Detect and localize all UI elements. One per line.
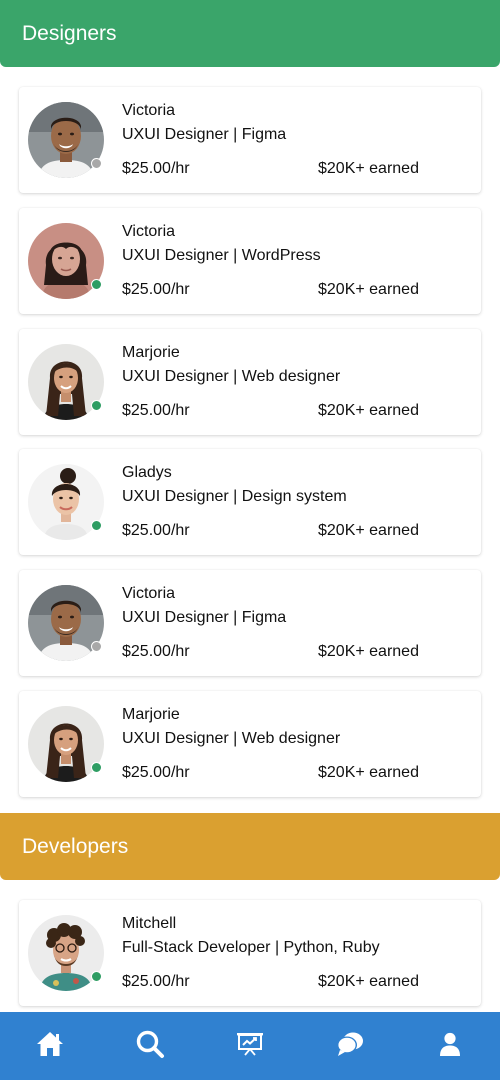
status-indicator-online — [91, 520, 102, 531]
nav-item-search[interactable] — [120, 1016, 180, 1076]
status-indicator-online — [91, 971, 102, 982]
freelancer-card[interactable]: Marjorie UXUI Designer | Web designer $25.… — [19, 329, 481, 435]
status-indicator-online — [91, 762, 102, 773]
freelancer-card[interactable]: Gladys UXUI Designer | Design system $25.0… — [19, 449, 481, 555]
nav-item-profile[interactable] — [420, 1016, 480, 1076]
search-icon — [135, 1029, 165, 1064]
freelancer-role: UXUI Designer | Figma — [122, 126, 287, 143]
status-indicator-online — [91, 279, 102, 290]
nav-item-messages[interactable] — [320, 1016, 380, 1076]
freelancer-role: UXUI Designer | WordPress — [122, 247, 321, 264]
freelancer-name: Gladys — [122, 464, 172, 481]
freelancer-card[interactable]: Mitchell Full-Stack Developer | Python, R… — [19, 900, 481, 1006]
avatar[interactable] — [28, 102, 104, 178]
status-indicator-online — [91, 400, 102, 411]
avatar[interactable] — [28, 223, 104, 299]
freelancer-card[interactable]: Victoria UXUI Designer | Figma $25.00/hr $2… — [19, 87, 481, 193]
freelancer-card[interactable]: Marjorie UXUI Designer | Web designer $25.… — [19, 691, 481, 797]
chat-bubbles-icon — [335, 1030, 365, 1063]
bottom-navigation-bar — [0, 1012, 500, 1080]
avatar[interactable] — [28, 344, 104, 420]
total-earned: $20K+ earned — [318, 402, 419, 419]
freelancer-card[interactable]: Victoria UXUI Designer | WordPress $25.00/… — [19, 208, 481, 314]
freelancer-role: Full-Stack Developer | Python, Ruby — [122, 939, 380, 956]
freelancer-name: Victoria — [122, 102, 176, 119]
nav-item-home[interactable] — [20, 1016, 80, 1076]
total-earned: $20K+ earned — [318, 281, 419, 298]
hourly-rate: $25.00/hr — [122, 160, 190, 177]
freelancer-name: Victoria — [122, 585, 176, 602]
freelancer-role: UXUI Designer | Figma — [122, 609, 287, 626]
freelancer-role: UXUI Designer | Design system — [122, 488, 347, 505]
total-earned: $20K+ earned — [318, 973, 419, 990]
hourly-rate: $25.00/hr — [122, 402, 190, 419]
freelancer-list-screen: Designers Victoria UXUI Designer | Figma $2… — [0, 0, 500, 1080]
section-header-developers: Developers — [0, 813, 500, 880]
total-earned: $20K+ earned — [318, 522, 419, 539]
freelancer-name: Marjorie — [122, 706, 180, 723]
avatar[interactable] — [28, 585, 104, 661]
hourly-rate: $25.00/hr — [122, 764, 190, 781]
hourly-rate: $25.00/hr — [122, 522, 190, 539]
hourly-rate: $25.00/hr — [122, 973, 190, 990]
freelancer-name: Victoria — [122, 223, 176, 240]
freelancer-card[interactable]: Victoria UXUI Designer | Figma $25.00/hr $2… — [19, 570, 481, 676]
home-icon — [35, 1030, 65, 1063]
nav-item-dashboard[interactable] — [220, 1016, 280, 1076]
total-earned: $20K+ earned — [318, 160, 419, 177]
avatar[interactable] — [28, 706, 104, 782]
presentation-chart-icon — [236, 1031, 264, 1062]
freelancer-name: Mitchell — [122, 915, 177, 932]
hourly-rate: $25.00/hr — [122, 281, 190, 298]
total-earned: $20K+ earned — [318, 643, 419, 660]
freelancer-role: UXUI Designer | Web designer — [122, 730, 341, 747]
status-indicator-offline — [91, 158, 102, 169]
freelancer-name: Marjorie — [122, 344, 180, 361]
freelancer-role: UXUI Designer | Web designer — [122, 368, 341, 385]
avatar[interactable] — [28, 915, 104, 991]
hourly-rate: $25.00/hr — [122, 643, 190, 660]
status-indicator-offline — [91, 641, 102, 652]
section-header-designers: Designers — [0, 0, 500, 67]
total-earned: $20K+ earned — [318, 764, 419, 781]
avatar[interactable] — [28, 464, 104, 540]
user-icon — [437, 1031, 463, 1062]
